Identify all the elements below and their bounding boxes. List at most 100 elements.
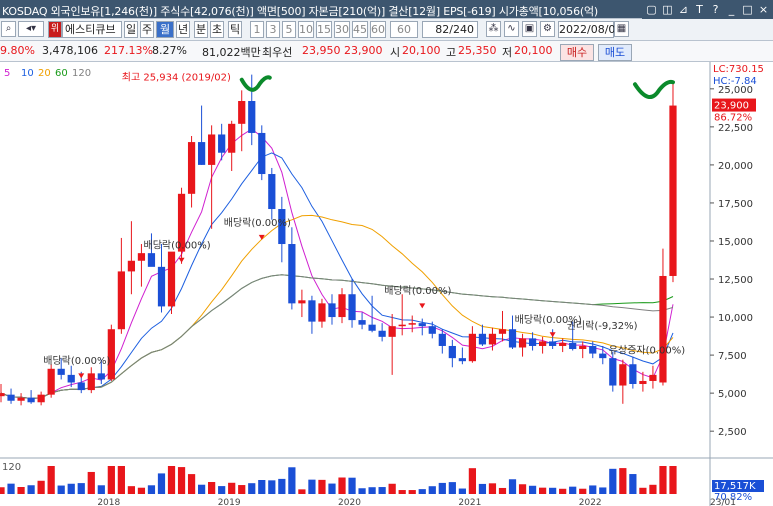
volume-bar (37, 480, 45, 494)
minute-option-1[interactable]: 1 (250, 21, 264, 38)
candle-body (77, 382, 85, 391)
minute-option-5[interactable]: 5 (282, 21, 296, 38)
minute-custom-select[interactable]: 60 (390, 21, 418, 38)
candle (669, 83, 677, 283)
volume-bar (619, 468, 627, 494)
draw-tool-icon[interactable]: ∿ (504, 21, 519, 37)
candle-body (97, 373, 105, 380)
candle-body (498, 329, 507, 334)
volume-bar (258, 480, 266, 494)
volume-bar (488, 483, 497, 494)
period-year[interactable]: 년 (176, 21, 190, 38)
candle-body (238, 100, 246, 124)
candle-body (218, 134, 226, 153)
ma-legend-5: 5 (4, 68, 10, 79)
volume-bar (448, 482, 456, 494)
title-bar: KOSDAQ 외국인보유[1,246(천)] 주식수[42,076(천)] 액면… (0, 0, 773, 19)
candle-body (418, 323, 426, 327)
minute-option-10[interactable]: 10 (298, 21, 314, 38)
minute-option-30[interactable]: 30 (334, 21, 350, 38)
minute-option-3[interactable]: 3 (266, 21, 280, 38)
ma-legend-60: 60 (55, 68, 68, 79)
volume-bar (328, 483, 336, 494)
turnover-rate: 8.27% (152, 44, 187, 57)
volume-bar (77, 483, 85, 494)
candle-body (328, 303, 336, 318)
window-controls: ▢ ◫ ⊿ T ? _ □ × (642, 0, 773, 19)
candle-body (649, 374, 657, 381)
candle-body (609, 358, 617, 386)
candle (47, 364, 55, 398)
volume-bar (438, 482, 446, 494)
minimize-icon[interactable]: _ (726, 3, 737, 16)
best-quote-label: 최우선 (262, 46, 293, 59)
volume-bar (458, 488, 466, 494)
data-count-field[interactable]: 82/240 (422, 21, 478, 38)
volume-value: 3,478,106 (42, 44, 98, 57)
chart-toolbar: ⌕ ◂▾ 위 에스티큐브 일 주 월 년 분 초 틱 1 3 5 10 15 3… (0, 19, 773, 41)
settings-gear-icon[interactable]: ⚙ (540, 21, 555, 37)
candle-body (368, 324, 376, 331)
volume-bar (268, 480, 276, 494)
dividend-label: 배당락(0.00%) (384, 285, 451, 297)
candle-body (408, 323, 416, 325)
minute-option-60[interactable]: 60 (370, 21, 386, 38)
candle-body (208, 134, 216, 165)
volume-bar (137, 487, 146, 494)
volume-bar (318, 479, 326, 494)
period-month-active[interactable]: 월 (156, 21, 174, 38)
period-second[interactable]: 초 (210, 21, 224, 38)
x-tick-label: 2018 (97, 498, 120, 506)
price-chart[interactable]: 5 10 20 60 120 최고 25,934 (2019/02) 배당락(0.00%)… (0, 62, 773, 506)
sell-button[interactable]: 매도 (598, 44, 632, 61)
buy-button[interactable]: 매수 (560, 44, 594, 61)
candle-body (538, 341, 547, 346)
low-price: 20,100 (514, 44, 553, 57)
volume-bar (639, 487, 647, 494)
minute-option-15[interactable]: 15 (316, 21, 332, 38)
link-icon[interactable]: ◫ (662, 3, 673, 16)
candle-body (338, 294, 346, 318)
help-icon[interactable]: ? (710, 3, 721, 16)
best-bid: 23,900 (344, 44, 383, 57)
pin-icon[interactable]: ⊿ (678, 3, 689, 16)
volume-bar (388, 483, 396, 494)
ma-legend-120: 120 (72, 68, 91, 79)
volume-bar (238, 485, 246, 494)
volume-bar (17, 487, 25, 494)
y-tick-label: 20,000 (718, 161, 753, 172)
low-label: 저 (502, 46, 513, 59)
candle-body (619, 364, 627, 386)
volume-bar (288, 467, 296, 494)
candle-body (468, 333, 477, 362)
save-icon[interactable]: ▣ (522, 21, 537, 37)
candle-body (398, 324, 406, 327)
period-week[interactable]: 주 (140, 21, 154, 38)
minute-option-45[interactable]: 45 (352, 21, 368, 38)
candle-body (388, 326, 396, 337)
indicator-icon[interactable]: ⁂ (486, 21, 501, 37)
period-minute[interactable]: 분 (194, 21, 208, 38)
stock-name-field[interactable]: 에스티큐브 (62, 21, 122, 38)
period-tick[interactable]: 틱 (228, 21, 242, 38)
price-axis: 25,00022,50020,00017,50015,00012,50010,0… (710, 64, 764, 438)
volume-bar (127, 486, 136, 494)
hc-label: HC:-7.84 (713, 76, 757, 87)
volume-bar (57, 485, 65, 494)
volume-bar (147, 485, 156, 494)
candle-body (448, 345, 456, 359)
close-icon[interactable]: × (758, 3, 769, 16)
search-icon[interactable]: ⌕ (1, 21, 16, 37)
period-day[interactable]: 일 (124, 21, 138, 38)
font-icon[interactable]: T (694, 3, 705, 16)
layout-icon[interactable]: ▢ (646, 3, 657, 16)
candle (258, 125, 266, 181)
open-price: 20,100 (402, 44, 441, 57)
maximize-icon[interactable]: □ (742, 3, 753, 16)
volume-bar (418, 489, 426, 494)
history-dropdown-icon[interactable]: ◂▾ (18, 21, 44, 37)
calendar-icon[interactable]: ▦ (614, 21, 629, 37)
volume-bar (187, 474, 196, 494)
candle-body (579, 345, 587, 350)
date-field[interactable]: 2022/08/01 (558, 21, 622, 38)
